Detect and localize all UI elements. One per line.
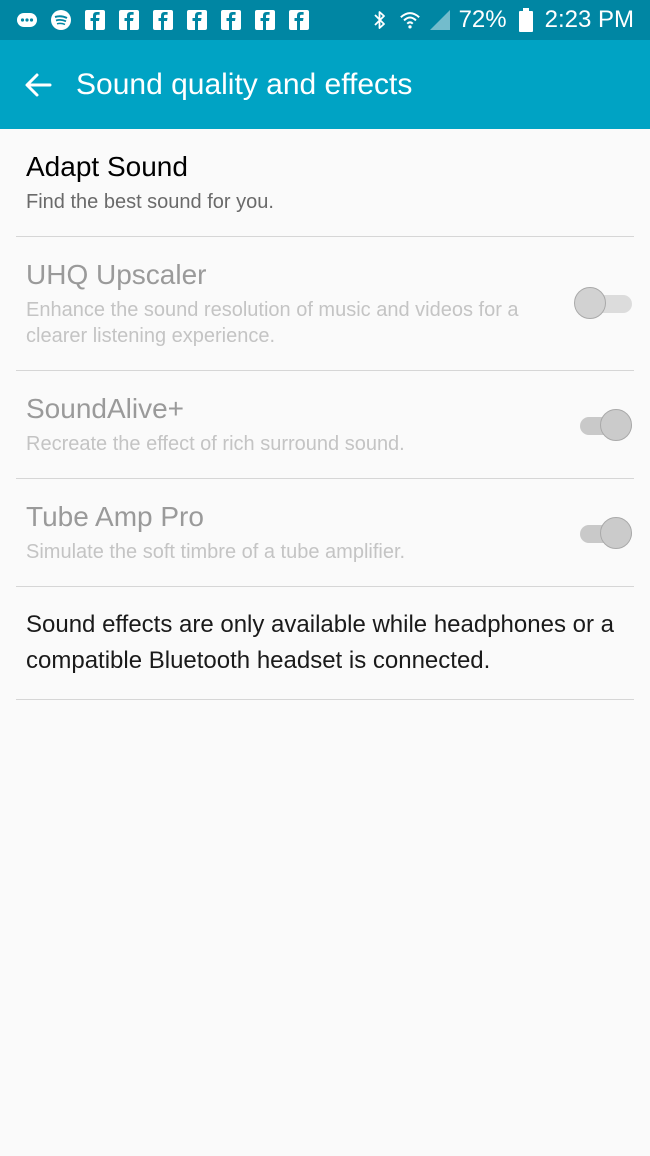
battery-percent: 72%: [458, 6, 507, 33]
facebook-icon: [118, 9, 140, 31]
clock: 2:23 PM: [544, 6, 634, 33]
notification-icons: [0, 9, 310, 31]
spotify-icon: [50, 9, 72, 31]
messages-icon: [16, 9, 38, 31]
setting-soundalive-plus[interactable]: SoundAlive+ Recreate the effect of rich …: [16, 371, 634, 479]
setting-subtitle: Simulate the soft timbre of a tube ampli…: [26, 541, 406, 563]
back-arrow-icon: [25, 73, 52, 96]
setting-title: UHQ Upscaler: [26, 259, 207, 290]
sound-effects-note: Sound effects are only available while h…: [16, 587, 634, 700]
toggle-thumb: [574, 287, 606, 319]
setting-tube-amp-pro[interactable]: Tube Amp Pro Simulate the soft timbre of…: [16, 479, 634, 587]
facebook-icon: [220, 9, 242, 31]
back-button[interactable]: [0, 40, 76, 129]
toggle-thumb: [600, 409, 632, 441]
facebook-icon: [288, 9, 310, 31]
page-title: Sound quality and effects: [76, 67, 413, 101]
status-bar: 72% 2:23 PM: [0, 0, 650, 40]
setting-subtitle: Recreate the effect of rich surround sou…: [26, 433, 405, 455]
setting-adapt-sound[interactable]: Adapt Sound Find the best sound for you.: [16, 129, 634, 237]
settings-list: Adapt Sound Find the best sound for you.…: [0, 129, 650, 700]
status-indicators: 72% 2:23 PM: [369, 0, 634, 40]
uhq-upscaler-toggle[interactable]: [574, 285, 634, 321]
facebook-icon: [186, 9, 208, 31]
tube-amp-pro-toggle[interactable]: [574, 515, 634, 551]
battery-icon: [515, 8, 537, 32]
soundalive-plus-toggle[interactable]: [574, 407, 634, 443]
setting-title: Tube Amp Pro: [26, 501, 204, 532]
setting-uhq-upscaler[interactable]: UHQ Upscaler Enhance the sound resolutio…: [16, 237, 634, 371]
note-text: Sound effects are only available while h…: [26, 611, 614, 674]
toggle-thumb: [600, 517, 632, 549]
setting-subtitle: Find the best sound for you.: [26, 191, 274, 213]
setting-title: Adapt Sound: [26, 151, 188, 182]
app-bar: Sound quality and effects: [0, 40, 650, 129]
setting-title: SoundAlive+: [26, 393, 185, 424]
signal-icon: [429, 9, 451, 31]
facebook-icon: [254, 9, 276, 31]
wifi-icon: [399, 9, 421, 31]
facebook-icon: [152, 9, 174, 31]
setting-subtitle: Enhance the sound resolution of music an…: [26, 299, 519, 347]
bluetooth-icon: [369, 9, 391, 31]
facebook-icon: [84, 9, 106, 31]
